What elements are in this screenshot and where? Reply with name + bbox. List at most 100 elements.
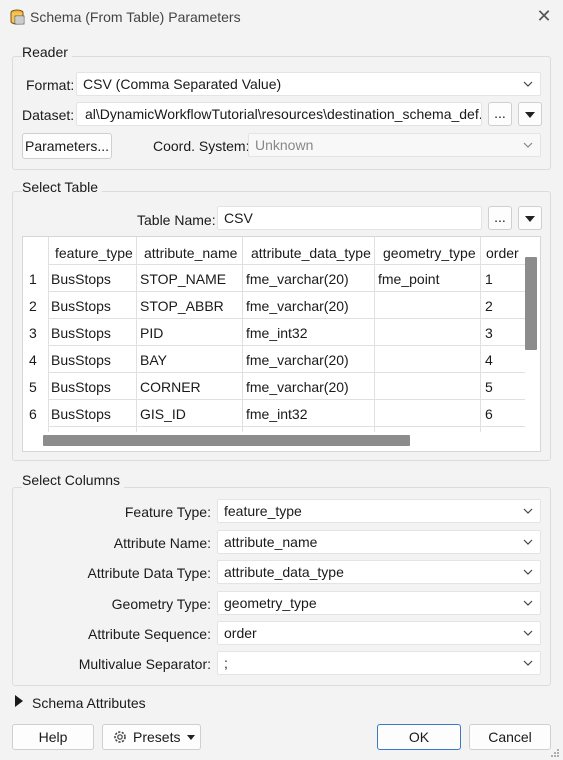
attribute-name-select[interactable]: attribute_name [217, 530, 541, 554]
schema-attributes-label[interactable]: Schema Attributes [32, 695, 146, 711]
row-number: 2 [29, 298, 37, 314]
presets-button[interactable]: Presets [102, 724, 201, 750]
help-button[interactable]: Help [12, 724, 94, 750]
table-cell: fme_varchar(20) [246, 271, 349, 287]
table-cell: 5 [485, 379, 493, 395]
attribute-name-value: attribute_name [224, 534, 318, 550]
table-cell: BusStops [51, 379, 111, 395]
chevron-down-icon [523, 622, 533, 636]
attribute-sequence-select[interactable]: order [217, 621, 541, 645]
table-cell: 1 [485, 271, 493, 287]
gear-icon [114, 731, 126, 743]
row-divider [48, 291, 525, 292]
table-cell: BAY [140, 352, 167, 368]
row-number: 6 [29, 406, 37, 422]
attribute-name-label: Attribute Name: [113, 535, 211, 551]
row-number: 3 [29, 325, 37, 341]
column-header-order[interactable]: order [486, 245, 519, 261]
table-name-input[interactable]: CSV [217, 206, 482, 230]
close-icon[interactable]: ✕ [534, 6, 554, 26]
resize-grip-icon[interactable] [548, 746, 560, 758]
dataset-dropdown-button[interactable] [518, 102, 542, 126]
chevron-down-icon [523, 561, 533, 575]
row-divider [48, 345, 525, 346]
row-divider [48, 264, 525, 265]
column-header-geometry-type[interactable]: geometry_type [383, 245, 476, 261]
chevron-down-icon [523, 531, 533, 545]
attribute-data-type-value: attribute_data_type [224, 564, 344, 580]
table-row[interactable]: 5 BusStops CORNER fme_varchar(20) 5 [23, 379, 525, 399]
table-dropdown-button[interactable] [518, 206, 542, 230]
attribute-sequence-label: Attribute Sequence: [88, 626, 211, 642]
attribute-data-type-label: Attribute Data Type: [87, 565, 211, 581]
expand-arrow-icon[interactable] [14, 695, 24, 707]
table-row[interactable]: 6 BusStops GIS_ID fme_int32 6 [23, 406, 525, 426]
table-cell: BusStops [51, 406, 111, 422]
table-row[interactable]: 3 BusStops PID fme_int32 3 [23, 325, 525, 345]
triangle-down-icon [525, 112, 535, 118]
schema-table[interactable]: feature_type attribute_name attribute_da… [22, 236, 541, 452]
table-cell: fme_varchar(20) [246, 298, 349, 314]
table-name-label: Table Name: [137, 212, 216, 228]
feature-type-select[interactable]: feature_type [217, 499, 541, 523]
row-divider [48, 318, 525, 319]
table-cell: BusStops [51, 298, 111, 314]
row-number: 5 [29, 379, 37, 395]
coord-system-select[interactable]: Unknown [248, 133, 541, 157]
row-number: 1 [29, 271, 37, 287]
row-divider [48, 372, 525, 373]
coord-system-value: Unknown [255, 137, 314, 153]
vertical-scrollbar-thumb[interactable] [525, 257, 537, 350]
table-cell: fme_int32 [246, 325, 308, 341]
geometry-type-value: geometry_type [224, 595, 317, 611]
select-table-title: Select Table [22, 179, 103, 195]
chevron-down-icon [523, 73, 533, 87]
dataset-value: al\DynamicWorkflowTutorial\resources\des… [85, 106, 482, 122]
window-title: Schema (From Table) Parameters [30, 9, 241, 25]
column-header-feature-type[interactable]: feature_type [55, 245, 133, 261]
feature-type-label: Feature Type: [124, 504, 211, 520]
format-select[interactable]: CSV (Comma Separated Value) [76, 72, 541, 96]
triangle-down-icon [525, 216, 535, 222]
parameters-button[interactable]: Parameters... [22, 133, 112, 159]
chevron-down-icon [523, 500, 533, 514]
reader-group-title: Reader [22, 44, 72, 60]
table-cell: 3 [485, 325, 493, 341]
table-browse-button[interactable]: ... [488, 206, 512, 230]
table-cell: fme_varchar(20) [246, 379, 349, 395]
attribute-sequence-value: order [224, 625, 257, 641]
multivalue-separator-label: Multivalue Separator: [78, 656, 211, 672]
table-cell: GIS_ID [140, 406, 186, 422]
dataset-label: Dataset: [22, 107, 75, 123]
geometry-type-select[interactable]: geometry_type [217, 591, 541, 615]
select-columns-title: Select Columns [22, 472, 125, 488]
table-cell: 4 [485, 352, 493, 368]
row-number: 4 [29, 352, 37, 368]
dataset-browse-button[interactable]: ... [488, 102, 512, 126]
table-cell: 2 [485, 298, 493, 314]
presets-label: Presets [133, 729, 181, 745]
feature-type-value: feature_type [224, 503, 302, 519]
triangle-down-icon [187, 735, 195, 740]
horizontal-scrollbar-thumb[interactable] [43, 435, 410, 446]
table-row[interactable]: 2 BusStops STOP_ABBR fme_varchar(20) 2 [23, 298, 525, 318]
format-value: CSV (Comma Separated Value) [83, 76, 282, 92]
table-cell: BusStops [51, 271, 111, 287]
ok-button[interactable]: OK [377, 724, 461, 750]
table-row[interactable]: 4 BusStops BAY fme_varchar(20) 4 [23, 352, 525, 372]
dataset-input[interactable]: al\DynamicWorkflowTutorial\resources\des… [76, 102, 482, 126]
attribute-data-type-select[interactable]: attribute_data_type [217, 560, 541, 584]
chevron-down-icon [523, 652, 533, 666]
table-cell: 6 [485, 406, 493, 422]
column-header-attribute-name[interactable]: attribute_name [144, 245, 237, 261]
cancel-button[interactable]: Cancel [469, 724, 551, 750]
multivalue-separator-select[interactable]: ; [217, 651, 541, 675]
row-divider [48, 399, 525, 400]
format-label: Format: [26, 77, 75, 93]
table-cell: STOP_ABBR [140, 298, 224, 314]
column-header-attribute-data-type[interactable]: attribute_data_type [251, 245, 371, 261]
multivalue-separator-value: ; [224, 655, 228, 671]
table-cell: BusStops [51, 352, 111, 368]
table-row[interactable]: 1 BusStops STOP_NAME fme_varchar(20) fme… [23, 271, 525, 291]
database-icon [10, 9, 25, 25]
